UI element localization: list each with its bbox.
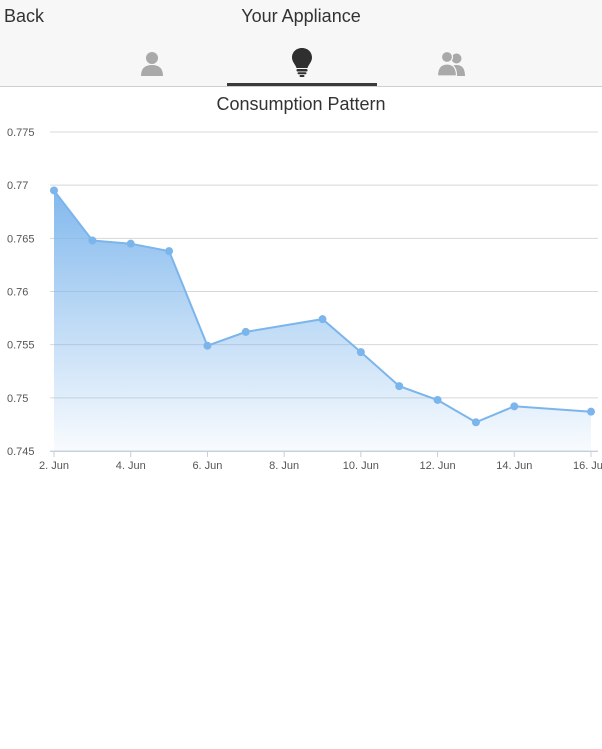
x-tick-label: 14. Jun (496, 460, 532, 472)
y-tick-label: 0.77 (7, 180, 28, 192)
data-point[interactable] (395, 382, 404, 391)
x-tick-label: 8. Jun (269, 460, 299, 472)
y-tick-label: 0.775 (7, 127, 35, 139)
data-point[interactable] (165, 247, 174, 256)
x-tick-label: 12. Jun (420, 460, 456, 472)
x-tick-label: 10. Jun (343, 460, 379, 472)
data-point[interactable] (241, 327, 250, 336)
data-point[interactable] (50, 186, 58, 195)
data-point[interactable] (356, 348, 365, 357)
x-tick-label: 16. Jun (573, 460, 602, 472)
data-point[interactable] (88, 236, 97, 245)
data-point[interactable] (318, 315, 327, 324)
x-tick-label: 6. Jun (192, 460, 222, 472)
users-icon (437, 50, 465, 76)
user-icon (141, 52, 163, 76)
y-tick-label: 0.765 (7, 233, 35, 245)
y-tick-label: 0.75 (7, 393, 28, 405)
x-tick-label: 2. Jun (39, 460, 69, 472)
data-point[interactable] (510, 402, 519, 411)
consumption-chart: 0.745 0.75 0.755 0.76 0.765 0.77 0.775 2. Jun 4.… (7, 127, 602, 472)
x-tick-label: 4. Jun (116, 460, 146, 472)
data-point[interactable] (126, 239, 135, 248)
data-point[interactable] (471, 418, 480, 427)
tab-profile[interactable] (77, 40, 227, 86)
y-tick-label: 0.76 (7, 287, 28, 299)
chart-title: Consumption Pattern (216, 94, 386, 114)
lightbulb-icon (292, 47, 312, 77)
top-navigation-bar: Back Your Appliance (0, 0, 602, 87)
tab-appliance[interactable] (227, 40, 377, 86)
data-point[interactable] (587, 407, 595, 416)
tab-community[interactable] (377, 40, 527, 86)
y-tick-label: 0.745 (7, 446, 35, 458)
y-tick-label: 0.755 (7, 340, 35, 352)
data-point[interactable] (433, 395, 442, 404)
page-title: Your Appliance (241, 6, 361, 26)
data-point[interactable] (203, 341, 212, 350)
